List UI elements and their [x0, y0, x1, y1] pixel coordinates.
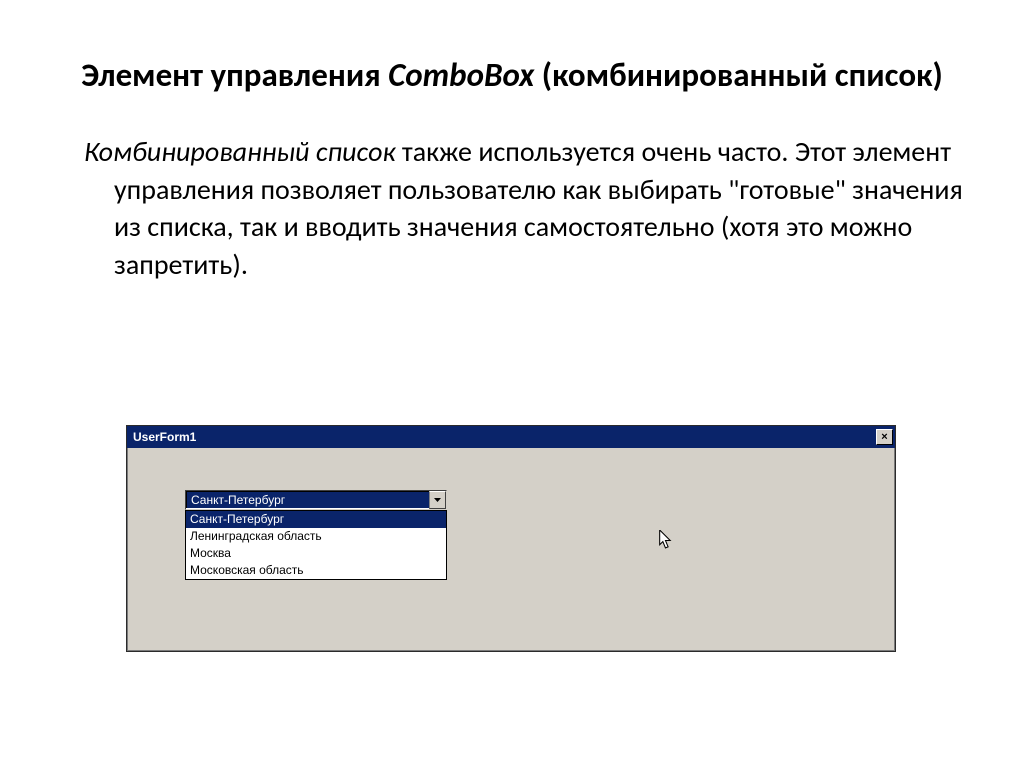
combobox-option[interactable]: Москва — [186, 545, 446, 562]
cursor-icon — [659, 530, 673, 550]
slide-title: Элемент управления ComboBox (комбинирова… — [50, 54, 974, 97]
window-title: UserForm1 — [133, 430, 196, 444]
title-italic: ComboBox — [388, 55, 534, 95]
combobox-option[interactable]: Санкт-Петербург — [186, 511, 446, 528]
combobox-dropdown[interactable]: Санкт-Петербург Ленинградская область Мо… — [185, 510, 447, 580]
body-italic: Комбинированный список — [84, 134, 396, 169]
combobox[interactable]: Санкт-Петербург — [185, 490, 447, 510]
close-button[interactable]: × — [876, 429, 893, 445]
title-text-2: (комбинированный список) — [534, 55, 942, 95]
combobox-dropdown-button[interactable] — [429, 491, 446, 509]
title-text-1: Элемент управления — [81, 55, 388, 95]
combobox-option[interactable]: Московская область — [186, 562, 446, 579]
close-icon: × — [881, 432, 887, 443]
window-client-area: Санкт-Петербург Санкт-Петербург Ленингра… — [127, 448, 895, 651]
titlebar[interactable]: UserForm1 × — [127, 426, 895, 448]
chevron-down-icon — [434, 498, 441, 502]
slide: Элемент управления ComboBox (комбинирова… — [0, 0, 1024, 767]
combobox-option[interactable]: Ленинградская область — [186, 528, 446, 545]
combobox-text[interactable]: Санкт-Петербург — [187, 492, 429, 508]
slide-body: Комбинированный список также используетс… — [50, 133, 974, 284]
userform-window: UserForm1 × Санкт-Петербург Санкт-Петерб… — [126, 425, 896, 652]
